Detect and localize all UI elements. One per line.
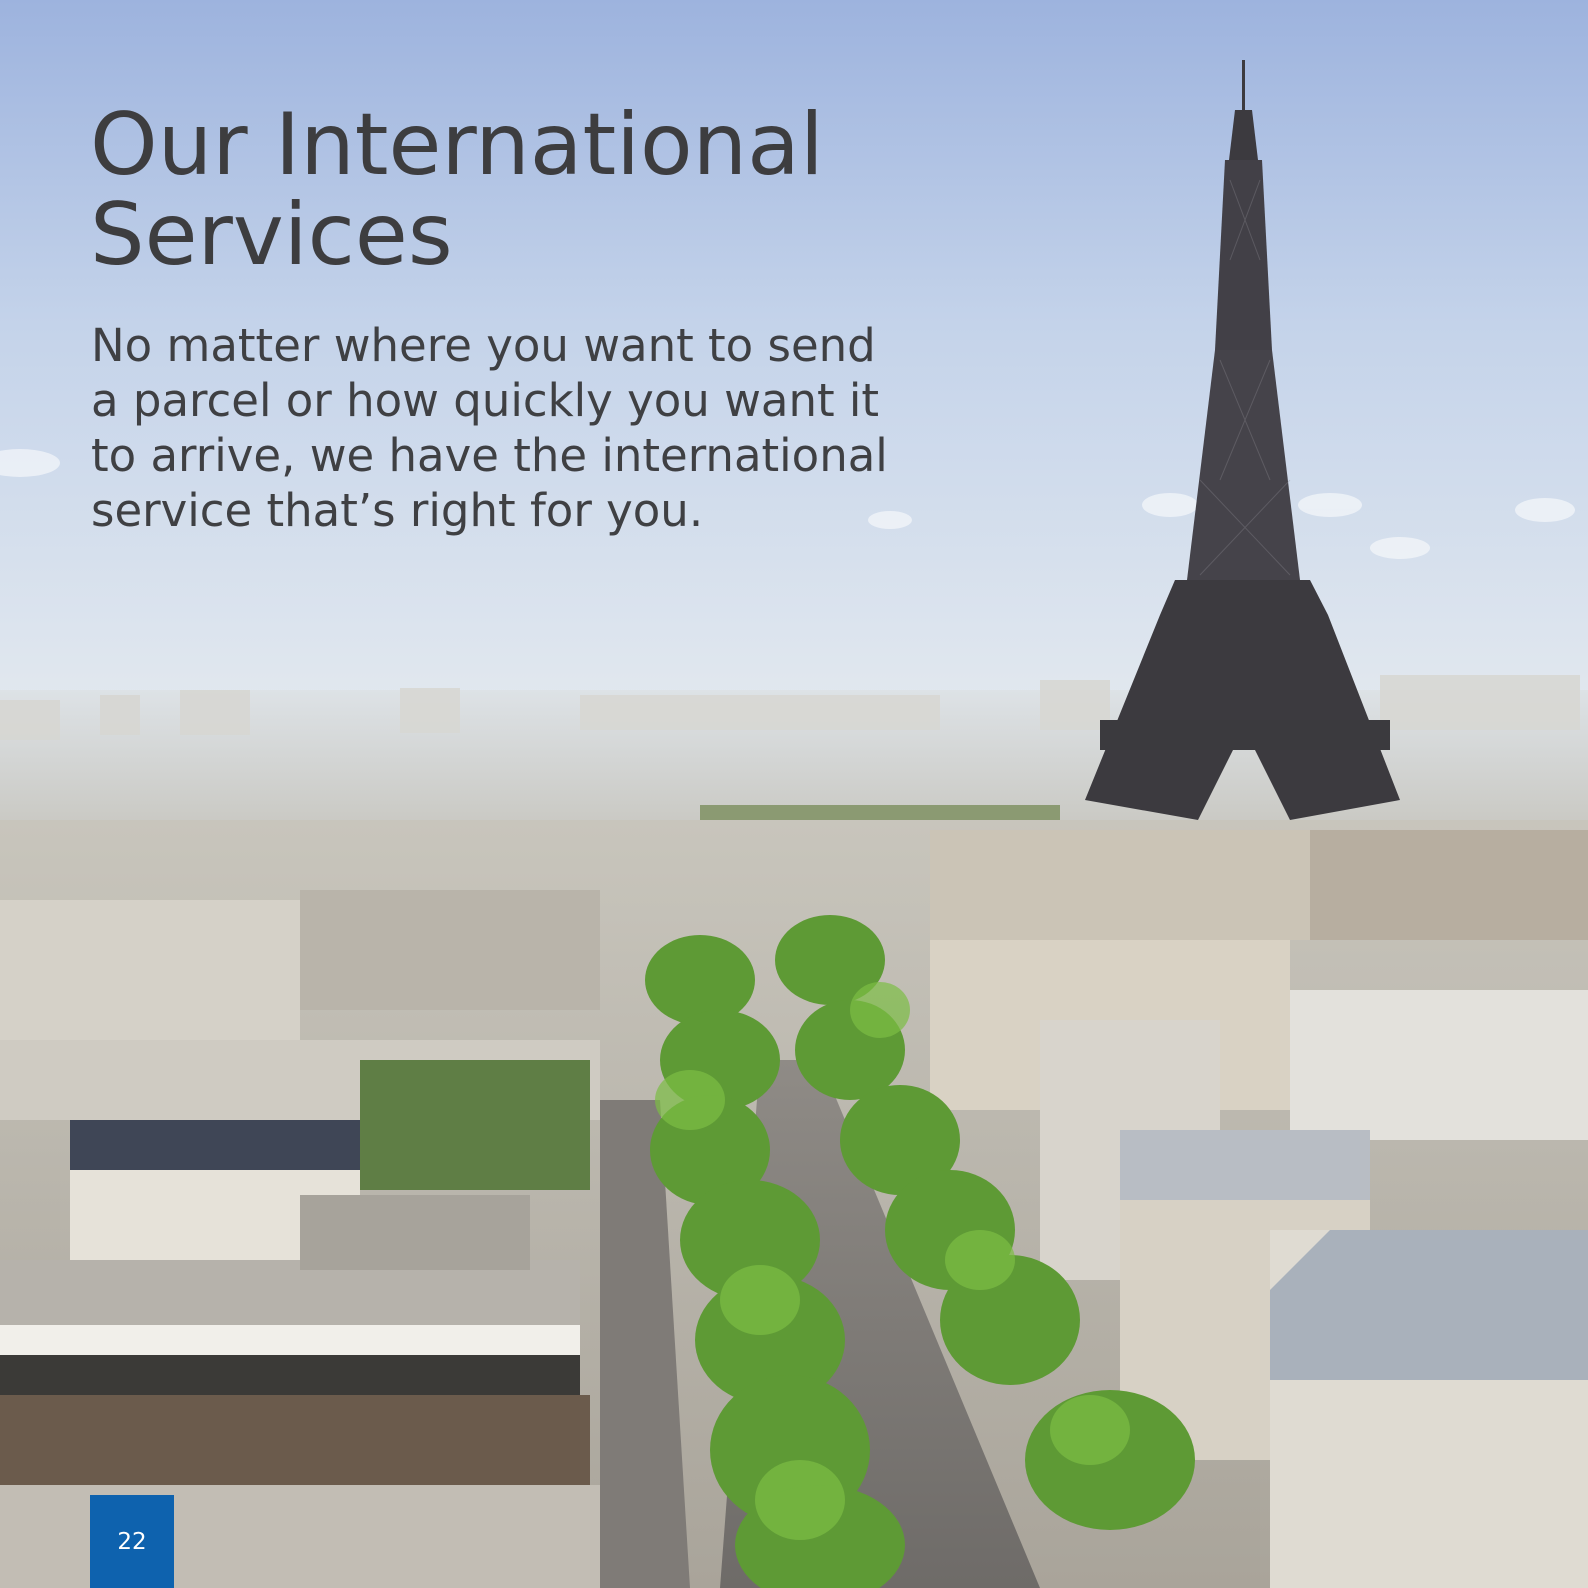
page-title-line-2: Services: [90, 185, 453, 285]
intro-paragraph: No matter where you want to send a parce…: [91, 318, 991, 538]
brochure-page: Our International Services No matter whe…: [0, 0, 1588, 1588]
page-title-line-1: Our International: [90, 95, 824, 195]
page-number-badge: 22: [90, 1495, 174, 1588]
intro-line-4: service that’s right for you.: [91, 484, 704, 537]
page-number: 22: [117, 1528, 147, 1555]
intro-line-1: No matter where you want to send: [91, 319, 876, 372]
intro-line-2: a parcel or how quickly you want it: [91, 374, 880, 427]
page-title: Our International Services: [90, 100, 990, 280]
intro-line-3: to arrive, we have the international: [91, 429, 888, 482]
